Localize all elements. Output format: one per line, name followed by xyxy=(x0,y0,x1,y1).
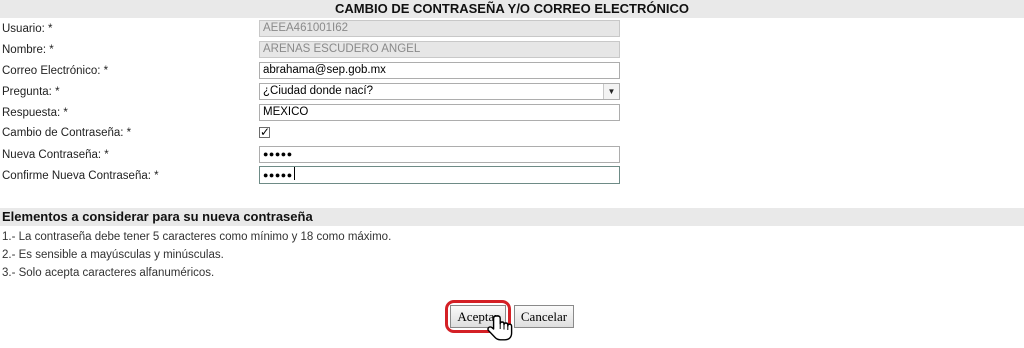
confirm-password-field[interactable]: ●●●●● xyxy=(259,166,620,184)
usuario-label: Usuario: * xyxy=(2,23,53,35)
row-nombre: Nombre: * ARENAS ESCUDERO ANGEL xyxy=(0,40,640,60)
security-answer-field[interactable]: MEXICO xyxy=(259,104,620,121)
row-confirme-contrasena: Confirme Nueva Contraseña: * ●●●●● xyxy=(0,166,640,186)
email-value: abrahama@sep.gob.mx xyxy=(263,64,386,76)
security-answer-value: MEXICO xyxy=(263,106,309,118)
nueva-contrasena-label: Nueva Contraseña: * xyxy=(2,149,109,161)
respuesta-label: Respuesta: * xyxy=(2,107,68,119)
email-field[interactable]: abrahama@sep.gob.mx xyxy=(259,62,620,79)
change-password-checkbox[interactable]: ✓ xyxy=(259,125,271,139)
correo-label: Correo Electrónico: * xyxy=(2,65,109,77)
rules-heading: Elementos a considerar para su nueva con… xyxy=(0,208,1024,226)
cambio-contrasena-label: Cambio de Contraseña: * xyxy=(2,127,132,139)
password-change-page: CAMBIO DE CONTRASEÑA Y/O CORREO ELECTRÓN… xyxy=(0,0,1024,348)
rule-item: 1.- La contraseña debe tener 5 caractere… xyxy=(2,231,392,243)
security-question-select[interactable]: ¿Ciudad donde nací? ▼ xyxy=(259,83,620,100)
security-question-value: ¿Ciudad donde nací? xyxy=(263,85,373,97)
usuario-field: AEEA461001I62 xyxy=(259,20,620,37)
chevron-down-icon[interactable]: ▼ xyxy=(603,84,619,99)
confirme-contrasena-label: Confirme Nueva Contraseña: * xyxy=(2,170,159,182)
checkmark-icon: ✓ xyxy=(260,125,271,139)
nombre-label: Nombre: * xyxy=(2,44,54,56)
new-password-field[interactable]: ●●●●● xyxy=(259,146,620,163)
page-title: CAMBIO DE CONTRASEÑA Y/O CORREO ELECTRÓN… xyxy=(0,0,1024,18)
rule-item: 3.- Solo acepta caracteres alfanuméricos… xyxy=(2,267,215,279)
usuario-value: AEEA461001I62 xyxy=(263,22,349,34)
confirm-password-value: ●●●●● xyxy=(263,170,293,180)
row-cambio-contrasena: Cambio de Contraseña: * ✓ xyxy=(0,123,640,143)
nombre-value: ARENAS ESCUDERO ANGEL xyxy=(263,43,421,55)
cancel-button[interactable]: Cancelar xyxy=(514,305,574,328)
row-nueva-contrasena: Nueva Contraseña: * ●●●●● xyxy=(0,145,640,165)
rule-item: 2.- Es sensible a mayúsculas y minúscula… xyxy=(2,249,224,261)
row-usuario: Usuario: * AEEA461001I62 xyxy=(0,19,640,39)
row-correo: Correo Electrónico: * abrahama@sep.gob.m… xyxy=(0,61,640,81)
new-password-value: ●●●●● xyxy=(263,149,293,159)
pregunta-label: Pregunta: * xyxy=(2,86,60,98)
row-pregunta: Pregunta: * ¿Ciudad donde nací? ▼ xyxy=(0,82,640,102)
row-respuesta: Respuesta: * MEXICO xyxy=(0,103,640,123)
hand-pointer-icon xyxy=(487,315,513,341)
text-caret xyxy=(293,167,295,180)
nombre-field: ARENAS ESCUDERO ANGEL xyxy=(259,41,620,58)
